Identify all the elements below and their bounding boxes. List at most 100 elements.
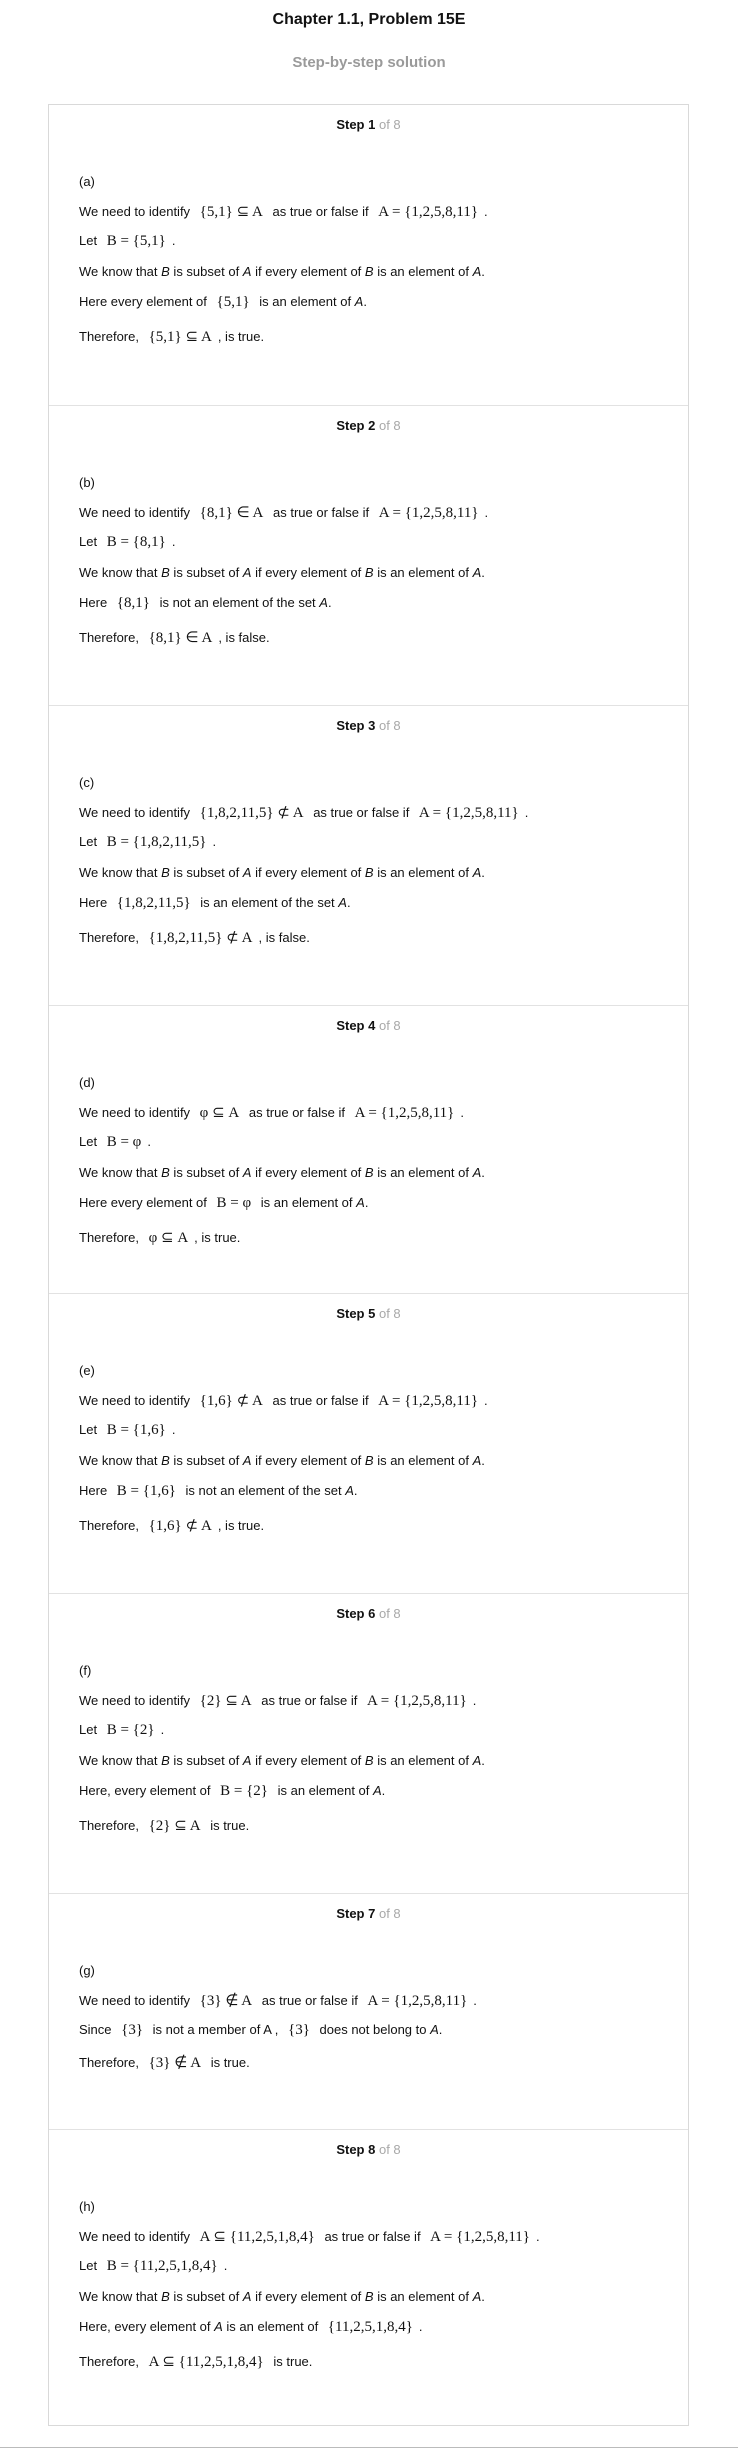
text: is true. <box>269 2354 313 2369</box>
step-total: of 8 <box>375 1906 401 1921</box>
solution-line: We need to identify {2} ⊆ A as true or f… <box>79 1691 476 1710</box>
text: Here <box>79 595 111 610</box>
math-expression: A ⊆ {11,2,5,1,8,4} <box>199 2229 315 2245</box>
text: is subset of <box>169 865 243 880</box>
math-expression: B = φ <box>106 1134 142 1150</box>
text: is an element of <box>257 1195 357 1210</box>
part-label: (e) <box>79 1363 95 1378</box>
math-expression: A = {1,2,5,8,11} <box>378 1393 479 1409</box>
text: is an element of <box>255 294 355 309</box>
solution-line: Here, every element of A is an element o… <box>79 2319 423 2336</box>
solution-line: We know that B is subset of A if every e… <box>79 2289 485 2304</box>
text: Therefore, <box>79 2055 143 2070</box>
text: is not an element of the set <box>181 1483 346 1498</box>
text: if every element of <box>251 1753 365 1768</box>
solution-line: Since {3} is not a member of A , {3} doe… <box>79 2022 442 2039</box>
math-expression: {3} <box>288 2022 310 2038</box>
part-label: (a) <box>79 174 95 189</box>
variable: B <box>161 565 170 580</box>
text: is an element of <box>274 1783 373 1798</box>
text: is an element of the set <box>196 895 339 910</box>
text: Therefore, <box>79 930 143 945</box>
text: Here every element of <box>79 1195 211 1210</box>
math-expression: {1,8,2,11,5} ⊄ A <box>199 805 304 821</box>
text: , is true. <box>217 329 265 344</box>
solution-line: We know that B is subset of A if every e… <box>79 1165 485 1180</box>
solution-line: Therefore, {1,6} ⊄ A , is true. <box>79 1516 264 1535</box>
text: We need to identify <box>79 505 194 520</box>
solution-line: Therefore, {1,8,2,11,5} ⊄ A , is false. <box>79 928 310 947</box>
solution-line: We know that B is subset of A if every e… <box>79 264 485 279</box>
text: We know that <box>79 264 162 279</box>
text: . <box>481 264 485 279</box>
variable: A <box>472 865 482 880</box>
math-expression: B = {11,2,5,1,8,4} <box>106 2258 218 2274</box>
text: Here <box>79 1483 111 1498</box>
math-expression: {1,8,2,11,5} <box>116 895 191 911</box>
text: Let <box>79 834 101 849</box>
math-expression: A = {1,2,5,8,11} <box>354 1105 455 1121</box>
math-expression: A = {1,2,5,8,11} <box>367 1993 468 2009</box>
text: . <box>473 1993 477 2008</box>
solution-line: We know that B is subset of A if every e… <box>79 865 485 880</box>
solution-line: Therefore, {8,1} ∈ A , is false. <box>79 628 270 647</box>
variable: A <box>345 1483 354 1498</box>
step-word: Step <box>336 1906 369 1921</box>
solution-line: Here {1,8,2,11,5} is an element of the s… <box>79 895 351 912</box>
step-word: Step <box>336 1606 369 1621</box>
part-label: (c) <box>79 775 94 790</box>
math-expression: {5,1} <box>216 294 250 310</box>
text: Let <box>79 1134 101 1149</box>
variable: B <box>364 1753 374 1768</box>
text: . <box>460 1105 464 1120</box>
step-1: Step 1 of 8 (a) We need to identify {5,1} … <box>49 105 688 405</box>
text: We need to identify <box>79 2229 194 2244</box>
variable: A <box>373 1783 382 1798</box>
text: , is false. <box>258 930 310 945</box>
variable: A <box>472 1165 482 1180</box>
variable: A <box>472 1453 482 1468</box>
variable: B <box>161 1753 170 1768</box>
solution-line: Let B = {8,1}. <box>79 534 175 551</box>
text: . <box>223 2258 228 2273</box>
text: (d) <box>79 1075 95 1090</box>
text: Therefore, <box>79 630 143 645</box>
page-bottom-edge <box>0 2447 738 2448</box>
text: We know that <box>79 1453 162 1468</box>
math-expression: {1,6} ⊄ A <box>148 1518 212 1534</box>
step-total: of 8 <box>375 1606 401 1621</box>
variable: B <box>364 865 374 880</box>
text: We know that <box>79 1165 162 1180</box>
step-header: Step 5 of 8 <box>49 1306 688 1321</box>
math-expression: {3} ∉ A <box>148 2055 202 2071</box>
text: is not an element of the set <box>155 595 320 610</box>
solution-line: Here B = {1,6} is not an element of the … <box>79 1483 358 1500</box>
text: , is true. <box>194 1230 241 1245</box>
math-expression: {8,1} <box>116 595 150 611</box>
text: (g) <box>79 1963 95 1978</box>
text: , is false. <box>218 630 270 645</box>
text: Therefore, <box>79 1818 143 1833</box>
text: . <box>363 294 367 309</box>
step-word: Step <box>336 2142 369 2157</box>
math-expression: B = {5,1} <box>106 233 166 249</box>
solution-line: Here every element of {5,1} is an elemen… <box>79 294 367 311</box>
step-header: Step 2 of 8 <box>49 418 688 433</box>
step-total: of 8 <box>375 2142 401 2157</box>
text: (b) <box>79 475 95 490</box>
text: (c) <box>79 775 95 790</box>
text: if every element of <box>251 264 365 279</box>
variable: B <box>161 264 170 279</box>
text: Let <box>79 1422 101 1437</box>
solution-line: We need to identify {3} ∉ A as true or f… <box>79 1991 477 2010</box>
step-total: of 8 <box>375 418 401 433</box>
variable: B <box>364 565 374 580</box>
text: is an element of <box>373 1165 473 1180</box>
variable: A <box>319 595 328 610</box>
text: . <box>327 595 332 610</box>
text: . <box>147 1134 151 1149</box>
math-expression: A = {1,2,5,8,11} <box>418 805 519 821</box>
text: Here every element of <box>79 294 211 309</box>
variable: A <box>472 565 482 580</box>
solution-line: We need to identify {1,6} ⊄ A as true or… <box>79 1391 488 1410</box>
